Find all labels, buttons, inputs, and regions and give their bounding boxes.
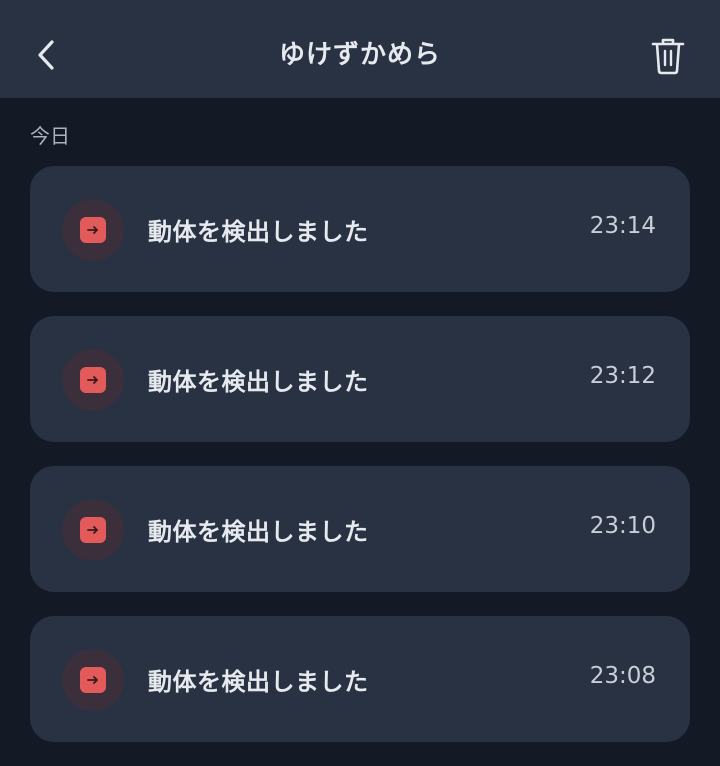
- motion-event-icon: [62, 499, 124, 561]
- event-item[interactable]: 動体を検出しました 23:10: [30, 466, 690, 592]
- motion-event-icon: [62, 649, 124, 711]
- event-time: 23:14: [589, 213, 656, 239]
- event-time: 23:10: [589, 513, 656, 539]
- top-bar: ゆけずかめら: [0, 0, 720, 98]
- event-title: 動体を検出しました: [148, 518, 369, 546]
- motion-event-icon: [62, 349, 124, 411]
- delete-button[interactable]: [646, 32, 690, 80]
- event-time: 23:08: [589, 663, 656, 689]
- event-item[interactable]: 動体を検出しました 23:14: [30, 166, 690, 292]
- trash-icon: [651, 38, 685, 75]
- event-title: 動体を検出しました: [148, 668, 369, 696]
- event-time: 23:12: [589, 363, 656, 389]
- event-item[interactable]: 動体を検出しました 23:12: [30, 316, 690, 442]
- event-item[interactable]: 動体を検出しました 23:08: [30, 616, 690, 742]
- page-title: ゆけずかめら: [278, 40, 441, 70]
- motion-event-icon: [62, 199, 124, 261]
- event-title: 動体を検出しました: [148, 368, 369, 396]
- event-list: 動体を検出しました 23:14 動体を検出しました 23:12 動体を検出しまし…: [30, 166, 690, 766]
- section-header-today: 今日: [30, 124, 70, 148]
- event-title: 動体を検出しました: [148, 218, 369, 246]
